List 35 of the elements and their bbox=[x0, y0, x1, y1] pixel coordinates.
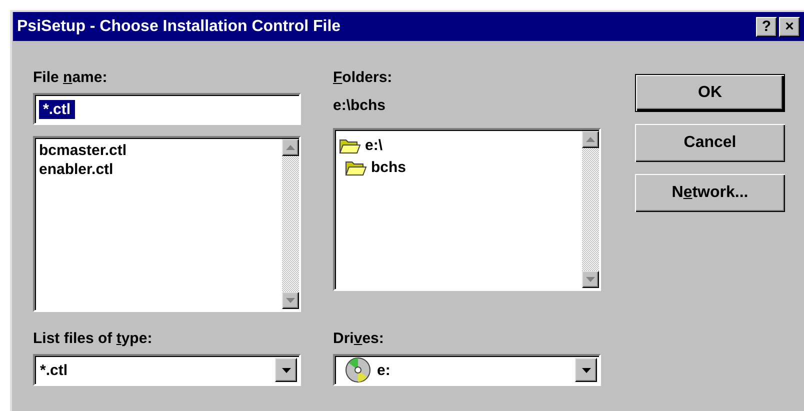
file-item[interactable]: enabler.ctl bbox=[39, 160, 278, 179]
field-label: Folders: bbox=[333, 69, 394, 88]
dialog-button[interactable]: Cancel bbox=[635, 124, 785, 162]
dropdown-button[interactable] bbox=[575, 358, 597, 382]
folder-name: bchs bbox=[371, 158, 406, 176]
caret-icon bbox=[282, 368, 290, 372]
disc-icon bbox=[345, 357, 371, 383]
scroll-up-icon bbox=[286, 145, 295, 150]
scrollbar[interactable] bbox=[582, 131, 599, 288]
file-type-dropdown[interactable]: *.ctl bbox=[33, 354, 301, 386]
scroll-down-icon bbox=[286, 298, 295, 303]
scroll-up-icon bbox=[586, 137, 595, 142]
dialog-button[interactable]: OK bbox=[635, 74, 785, 112]
window-title: PsiSetup - Choose Installation Control File bbox=[17, 18, 341, 36]
current-path: e:\bchs bbox=[333, 96, 387, 116]
field-label: List files of type: bbox=[33, 330, 154, 349]
close-button[interactable]: × bbox=[779, 16, 800, 36]
folder-item[interactable]: bchs bbox=[339, 157, 578, 177]
file-list[interactable]: bcmaster.ctl enabler.ctl bbox=[33, 136, 301, 312]
drive-dropdown[interactable]: e: bbox=[333, 354, 601, 386]
file-item[interactable]: bcmaster.ctl bbox=[39, 141, 278, 160]
folder-icon bbox=[339, 136, 361, 154]
dialog-button[interactable]: Network... bbox=[635, 174, 785, 212]
caret-icon bbox=[582, 368, 590, 372]
field-label: File name: bbox=[33, 69, 108, 88]
folder-item[interactable]: e:\ bbox=[339, 135, 578, 155]
help-button[interactable]: ? bbox=[756, 16, 777, 36]
file-name-field[interactable]: *.ctl bbox=[33, 93, 301, 125]
scrollbar[interactable] bbox=[282, 139, 299, 309]
field-label: Drives: bbox=[333, 330, 385, 349]
folder-icon bbox=[345, 158, 367, 176]
folder-list[interactable]: e:\ bchs bbox=[333, 128, 601, 291]
dropdown-button[interactable] bbox=[275, 358, 297, 382]
folder-name: e:\ bbox=[365, 136, 383, 154]
scroll-down-icon bbox=[586, 277, 595, 282]
